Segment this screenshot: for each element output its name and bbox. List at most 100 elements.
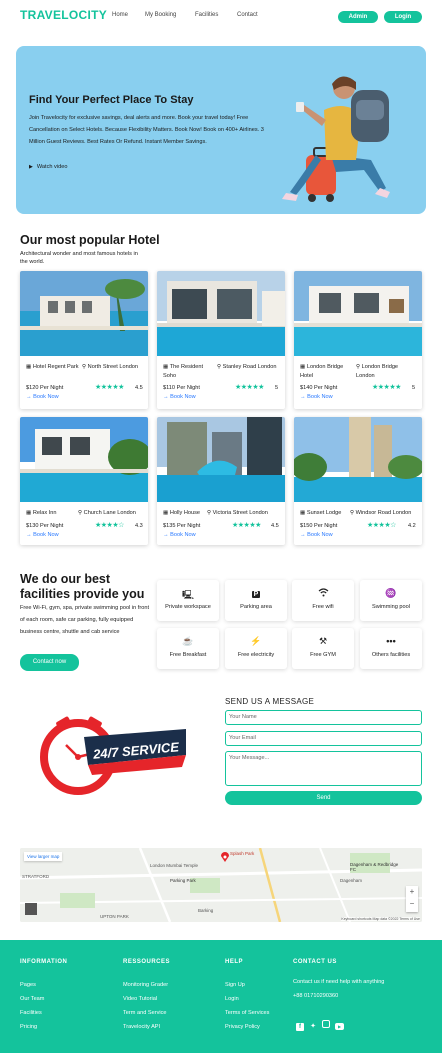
book-now-link[interactable]: → Book Now [300,532,333,538]
hotel-card[interactable]: ▦ London Bridge Hotel ⚲ London Bridge Lo… [294,271,422,409]
nav-facilities[interactable]: Facilities [195,12,218,18]
message-field[interactable]: Your Message... [225,751,422,786]
pool-icon: ♒ [385,588,397,598]
hero-title: Find Your Perfect Place To Stay [29,94,194,106]
footer-link[interactable]: Privacy Policy [225,1024,260,1030]
youtube-icon[interactable]: ▶ [335,1023,344,1030]
view-larger-map-link[interactable]: View larger map [24,852,63,861]
book-now-link[interactable]: → Book Now [26,394,59,400]
admin-button[interactable]: Admin [338,11,378,23]
footer-link[interactable]: Video Tutorial [123,996,157,1002]
map-label: London Mumbai Temple [150,863,198,868]
footer: INFORMATION Pages Our Team Facilities Pr… [0,940,442,1053]
name-field[interactable]: Your Name [225,710,422,725]
popular-subtitle: Architectural wonder and most famous hot… [20,251,138,265]
map-label: Barking [198,908,214,913]
facility-parking-area: P Parking area [225,580,287,621]
watch-video-link[interactable]: ▶ Watch video [29,164,67,170]
more-icon: ••• [386,636,396,646]
map-label: STRATFORD [22,874,50,879]
contact-now-button[interactable]: Contact now [20,654,79,671]
facility-private-workspace: 🖳 Private workspace [157,580,219,621]
hotel-location: ⚲ Stanley Road London [217,364,277,370]
service-clock-illustration: 24/7 SERVICE [40,716,186,795]
map-label: UPTON PARK [100,914,129,919]
facility-free-gym: ⚒ Free GYM [292,628,354,669]
hotel-location: ⚲ Victoria Street London [207,510,268,516]
hero-banner: Find Your Perfect Place To Stay Join Tra… [16,46,426,214]
footer-link[interactable]: Term and Service [123,1010,167,1016]
hotel-price: $130 Per Night [26,523,64,529]
send-button[interactable]: Send [225,791,422,805]
map-label: Splash Park [230,851,255,856]
rating-value: 5 [412,385,416,391]
embedded-map[interactable]: View larger map Splash Park Parking Park… [20,848,422,922]
hotel-name: ▦ Hotel Regent Park [26,364,79,370]
top-navbar: TRAVELOCITY Home My Booking Facilities C… [0,0,442,32]
footer-link[interactable]: Facilities [20,1010,42,1016]
footer-link[interactable]: Pricing [20,1024,37,1030]
popular-title: Our most popular Hotel [20,233,160,247]
rating-stars: ★★★★☆ [367,522,396,529]
contact-text: Contact us if need help with anything [293,979,385,985]
hotel-location: ⚲ North Street London [82,364,139,370]
footer-link[interactable]: Monitoring Grader [123,982,168,988]
hotel-location: ⚲ London Bridge London [356,364,399,379]
footer-link[interactable]: Sign Up [225,982,245,988]
footer-link[interactable]: Terms of Services [225,1010,269,1016]
email-field[interactable]: Your Email [225,731,422,746]
nav-home[interactable]: Home [112,12,128,18]
social-icons: f ✦ ▶ [296,1020,344,1031]
workspace-icon: 🖳 [181,590,194,600]
hotel-card[interactable]: ▦ Holly House ⚲ Victoria Street London $… [157,417,285,545]
hotel-icon: ▦ [300,364,307,370]
facility-free-electricity: ⚡ Free electricity [225,628,287,669]
map-thumbnail[interactable] [25,903,37,915]
logo[interactable]: TRAVELOCITY [20,8,107,22]
instagram-icon[interactable] [322,1020,330,1028]
hotel-image [294,271,422,356]
hotel-image [157,417,285,502]
footer-heading: HELP [225,959,244,965]
parking-icon: P [251,591,261,598]
hotel-name: ▦ The Resident Soho [163,364,204,379]
rating-value: 4.3 [135,523,143,529]
rating-value: 4.5 [135,385,143,391]
hotel-card[interactable]: ▦ Sunset Lodge ⚲ Windsor Road London $15… [294,417,422,545]
footer-link[interactable]: Our Team [20,996,44,1002]
map-label: Parking Park [170,878,196,883]
hotel-price: $110 Per Night [163,385,200,391]
map-canvas [20,848,422,922]
footer-link[interactable]: Travelocity API [123,1024,160,1030]
hotel-price: $150 Per Night [300,523,338,529]
facebook-icon[interactable]: f [296,1023,304,1031]
hotel-card[interactable]: ▦ Hotel Regent Park ⚲ North Street Londo… [20,271,148,409]
nav-contact[interactable]: Contact [237,12,258,18]
footer-link[interactable]: Login [225,996,239,1002]
contact-phone[interactable]: +88 01710290360 [293,993,338,999]
hotel-card[interactable]: ▦ Relax Inn ⚲ Church Lane London $130 Pe… [20,417,148,545]
hotel-location: ⚲ Church Lane London [78,510,136,516]
book-now-link[interactable]: → Book Now [163,532,196,538]
login-button[interactable]: Login [384,11,422,23]
rating-stars: ★★★★★ [95,384,124,391]
facilities-description: Free Wi-Fi, gym, spa, private swimming p… [20,605,150,635]
hotel-image [294,417,422,502]
map-zoom-controls[interactable]: + − [406,886,418,912]
book-now-link[interactable]: → Book Now [26,532,59,538]
hotel-icon: ▦ [26,510,33,516]
traveler-illustration [282,76,390,202]
hotel-card[interactable]: ▦ The Resident Soho ⚲ Stanley Road Londo… [157,271,285,409]
hotel-name: ▦ Holly House [163,510,201,516]
twitter-icon[interactable]: ✦ [309,1023,317,1031]
zoom-out-icon[interactable]: − [406,898,418,910]
nav-my-booking[interactable]: My Booking [145,12,176,18]
hotel-name: ▦ Sunset Lodge [300,510,342,516]
zoom-in-icon[interactable]: + [406,886,418,898]
book-now-link[interactable]: → Book Now [163,394,196,400]
book-now-link[interactable]: → Book Now [300,394,333,400]
hotel-price: $120 Per Night [26,385,64,391]
footer-link[interactable]: Pages [20,982,36,988]
facility-others: ••• Others facilities [360,628,422,669]
hotel-image [20,271,148,356]
